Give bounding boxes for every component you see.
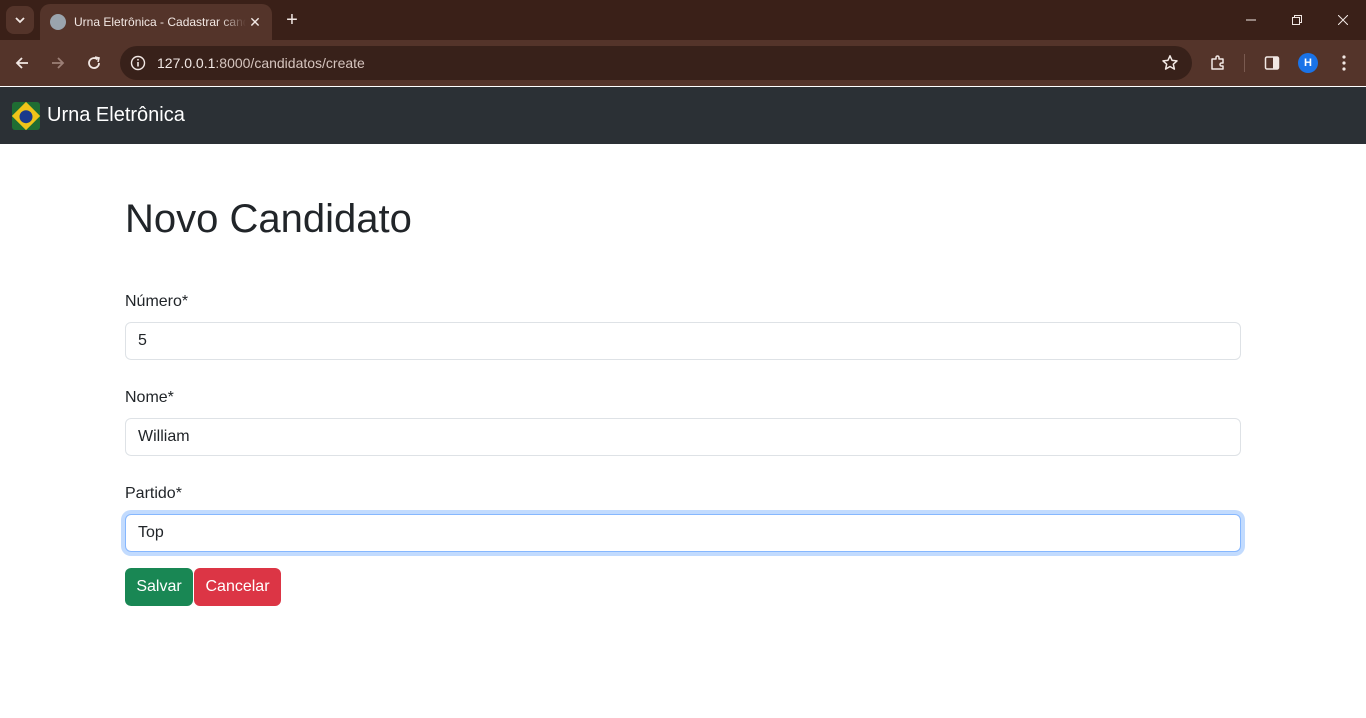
minimize-button[interactable] — [1228, 0, 1274, 40]
chevron-down-icon — [15, 17, 25, 24]
nome-label: Nome* — [125, 389, 174, 406]
browser-menu-icon[interactable] — [1332, 51, 1356, 75]
site-info-icon[interactable] — [128, 53, 148, 73]
save-button[interactable]: Salvar — [125, 568, 193, 606]
globe-icon — [50, 14, 66, 30]
nome-input[interactable] — [125, 418, 1241, 456]
partido-label: Partido* — [125, 485, 182, 502]
nome-group: Nome* — [125, 388, 1241, 456]
tab-title: Urna Eletrônica - Cadastrar candidato — [74, 15, 246, 29]
extensions-icon[interactable] — [1206, 51, 1230, 75]
partido-input[interactable] — [125, 514, 1241, 552]
numero-label: Número* — [125, 293, 189, 310]
back-button[interactable] — [8, 49, 36, 77]
url-host: 127.0.0.1 — [157, 55, 216, 71]
close-window-button[interactable] — [1320, 0, 1366, 40]
partido-group: Partido* — [125, 484, 1241, 552]
browser-toolbar: 127.0.0.1:8000/candidatos/create H — [0, 40, 1366, 86]
form-actions: Salvar Cancelar — [125, 568, 1241, 606]
address-bar[interactable]: 127.0.0.1:8000/candidatos/create — [120, 46, 1192, 80]
reload-button[interactable] — [80, 49, 108, 77]
main-content: Novo Candidato Número* Nome* Partido* Sa… — [125, 144, 1241, 606]
numero-input[interactable] — [125, 322, 1241, 360]
app-navbar: Urna Eletrônica — [0, 87, 1366, 144]
arrow-right-icon — [52, 57, 65, 69]
side-panel-icon[interactable] — [1260, 51, 1284, 75]
profile-avatar[interactable]: H — [1296, 51, 1320, 75]
url-path: :8000/candidatos/create — [215, 55, 365, 71]
browser-tab-strip: Urna Eletrônica - Cadastrar candidato ✕ … — [0, 0, 1366, 40]
arrow-left-icon — [15, 57, 28, 69]
restore-icon — [1292, 15, 1302, 25]
brand-name[interactable]: Urna Eletrônica — [47, 104, 185, 127]
restore-button[interactable] — [1274, 0, 1320, 40]
profile-initial: H — [1298, 53, 1318, 73]
close-icon — [1338, 15, 1348, 25]
candidate-form: Número* Nome* Partido* SalvarCancelar — [125, 292, 1241, 606]
page-title: Novo Candidato — [125, 197, 412, 241]
cancel-button[interactable]: Cancelar — [194, 568, 281, 606]
forward-button[interactable] — [44, 49, 72, 77]
close-tab-icon[interactable]: ✕ — [246, 13, 264, 31]
reload-icon — [88, 56, 100, 69]
minimize-icon — [1246, 19, 1256, 21]
new-tab-button[interactable]: + — [280, 8, 304, 32]
numero-group: Número* — [125, 292, 1241, 360]
tab-search-button[interactable] — [6, 6, 34, 34]
url-text: 127.0.0.1:8000/candidatos/create — [157, 55, 365, 71]
browser-tab[interactable]: Urna Eletrônica - Cadastrar candidato ✕ — [40, 4, 272, 40]
brazil-flag-logo[interactable] — [11, 101, 41, 130]
toolbar-divider — [1244, 54, 1245, 72]
bookmark-star-icon[interactable] — [1160, 53, 1180, 73]
